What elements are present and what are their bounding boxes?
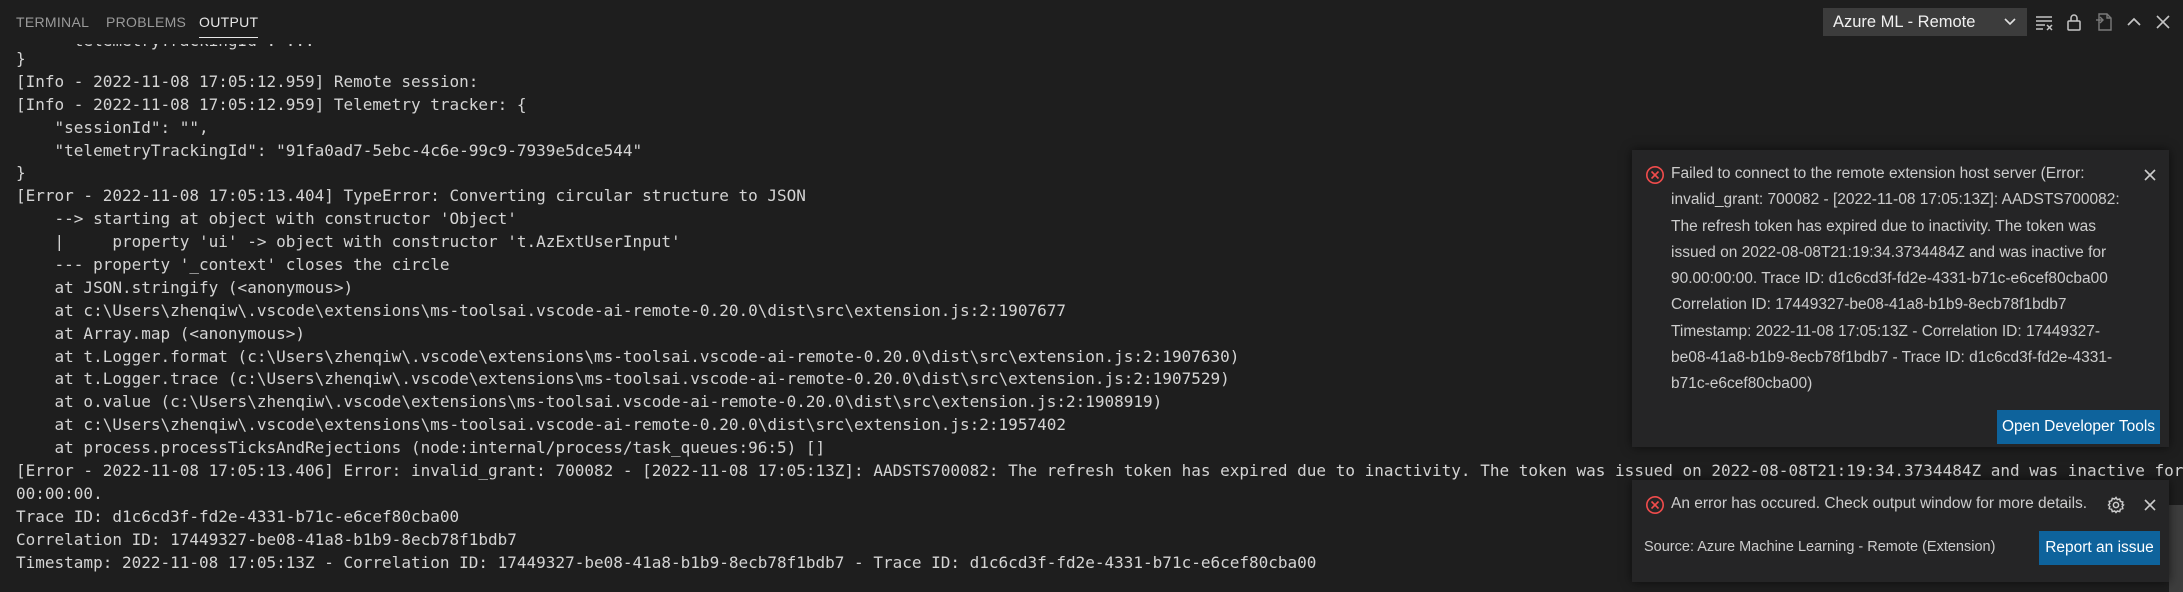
tab-terminal[interactable]: TERMINAL [16, 0, 89, 44]
clear-output-icon[interactable] [2033, 11, 2055, 33]
notification-message-line: issued on 2022-08-08T21:19:34.3734484Z a… [1671, 243, 2107, 261]
error-icon [1645, 495, 1665, 515]
open-developer-tools-button[interactable]: Open Developer Tools [1997, 410, 2160, 444]
notification-message: Failed to connect to the remote extensio… [1671, 161, 2120, 398]
error-notification-generic: An error has occured. Check output windo… [1632, 480, 2169, 582]
gear-icon[interactable] [2106, 495, 2126, 515]
output-line: "sessionId": "", [16, 117, 209, 137]
close-notification-icon[interactable] [2141, 496, 2159, 514]
notification-message-line: Correlation ID: 17449327-be08-41a8-b1b9-… [1671, 296, 2067, 314]
notification-message-line: be08-41a8-b1b9-8ecb78f1bdb7 - Trace ID: … [1671, 349, 2113, 367]
chevron-down-icon [2002, 9, 2018, 35]
output-line: [Info - 2022-11-08 17:05:12.959] Telemet… [16, 94, 527, 114]
notification-message-line: 90.00:00:00. Trace ID: d1c6cd3f-fd2e-433… [1671, 270, 2108, 288]
maximize-panel-icon[interactable] [2123, 11, 2145, 33]
notification-message-line: Failed to connect to the remote extensio… [1671, 165, 2085, 182]
panel-header: TERMINAL PROBLEMS OUTPUT Azure ML - Remo… [0, 0, 2183, 44]
lock-icon[interactable] [2063, 11, 2085, 33]
output-channel-select[interactable]: Azure ML - Remote [1823, 8, 2027, 36]
report-issue-button[interactable]: Report an issue [2039, 531, 2160, 565]
close-panel-icon[interactable] [2152, 11, 2174, 33]
notification-message-line: b71c-e6cef80cba00) [1671, 375, 1813, 393]
tab-output[interactable]: OUTPUT [199, 0, 259, 44]
output-scrollbar[interactable] [2169, 505, 2183, 592]
notification-source: Source: Azure Machine Learning - Remote … [1644, 539, 1996, 555]
notification-message-line: invalid_grant: 700082 - [2022-11-08 17:0… [1671, 191, 2120, 209]
error-icon [1645, 165, 1665, 185]
output-channel-value: Azure ML - Remote [1833, 13, 1976, 31]
notification-message-line: The refresh token has expired due to ina… [1671, 217, 2097, 235]
open-log-file-icon[interactable] [2093, 11, 2115, 33]
error-notification-connection: Failed to connect to the remote extensio… [1632, 150, 2169, 447]
notification-message: An error has occured. Check output windo… [1671, 495, 2088, 512]
output-line: } [16, 49, 26, 68]
tab-problems[interactable]: PROBLEMS [106, 0, 186, 44]
close-notification-icon[interactable] [2141, 166, 2159, 184]
notification-message-line: Timestamp: 2022-11-08 17:05:13Z - Correl… [1671, 322, 2101, 340]
output-line: [Info - 2022-11-08 17:05:12.959] Remote … [16, 71, 479, 91]
